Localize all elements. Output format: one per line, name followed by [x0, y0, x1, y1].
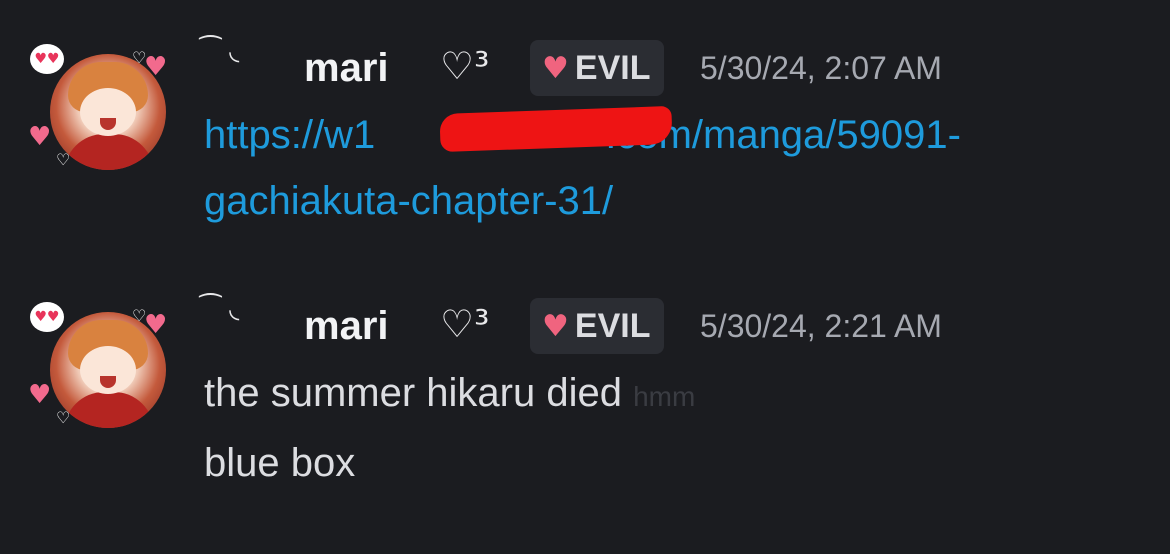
heart-outline-icon: ♡ [56, 150, 71, 169]
faded-text: hmm [633, 381, 696, 412]
heart-icon: ♥ [28, 122, 52, 152]
username-prefix-decoration: ⁀ ◟ [200, 294, 240, 324]
message-text-line[interactable]: blue box [204, 430, 695, 496]
username-prefix-decoration: ⁀ ◟ [200, 36, 240, 66]
username[interactable]: mari [304, 46, 389, 91]
username-suffix-decoration: ♡³ [440, 302, 490, 346]
message-content: https://w1 .com/manga/59091- gachiakuta-c… [204, 102, 1104, 234]
heart-outline-icon: ♡ [132, 306, 147, 325]
redaction-mark [439, 105, 673, 153]
link-text-start: https://w1 [204, 113, 376, 157]
username[interactable]: mari [304, 304, 389, 349]
username-suffix-decoration: ♡³ [440, 44, 490, 88]
heart-outline-icon: ♡ [132, 48, 147, 67]
heart-eyes-emoji-icon: ♥♥ [30, 44, 64, 74]
heart-icon: ♥ [144, 52, 168, 82]
role-tag-label: EVIL [574, 48, 651, 87]
role-tag[interactable]: ♥ EVIL [530, 40, 665, 96]
heart-icon: ♥ [28, 380, 52, 410]
message-link[interactable]: https://w1 .com/manga/59091- [204, 102, 1104, 168]
message-content: the summer hikaru died hmm blue box [204, 360, 695, 496]
message-link-continued[interactable]: gachiakuta-chapter-31/ [204, 168, 1104, 234]
heart-eyes-emoji-icon: ♥♥ [30, 302, 64, 332]
avatar-container[interactable]: ♥♥ ♥ ♡ ♥ ♡ [26, 298, 176, 448]
avatar-container[interactable]: ♥♥ ♥ ♡ ♥ ♡ [26, 40, 176, 190]
timestamp[interactable]: 5/30/24, 2:07 AM [700, 50, 942, 87]
message-text: the summer hikaru died [204, 371, 622, 415]
heart-icon: ♥ [542, 50, 569, 86]
heart-outline-icon: ♡ [56, 408, 71, 427]
heart-icon: ♥ [542, 308, 569, 344]
heart-icon: ♥ [144, 310, 168, 340]
message-text-line[interactable]: the summer hikaru died hmm [204, 360, 695, 430]
timestamp[interactable]: 5/30/24, 2:21 AM [700, 308, 942, 345]
role-tag-label: EVIL [574, 306, 651, 345]
role-tag[interactable]: ♥ EVIL [530, 298, 665, 354]
